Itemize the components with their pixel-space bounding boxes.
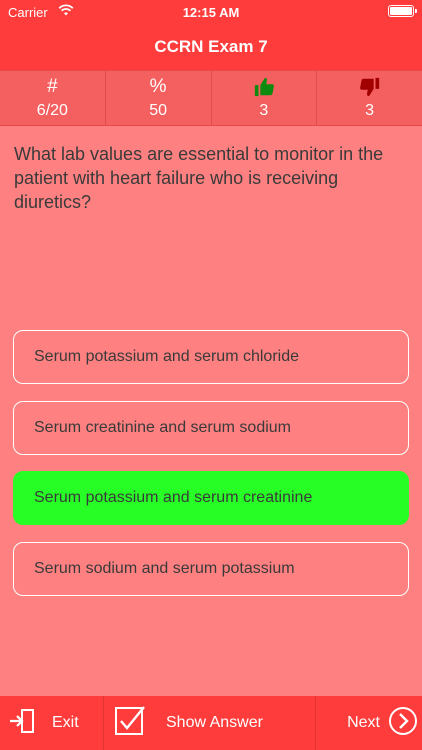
answer-option-4[interactable]: Serum sodium and serum potassium xyxy=(13,542,409,596)
page-title: CCRN Exam 7 xyxy=(154,37,268,56)
battery-icon xyxy=(388,5,417,17)
stat-value: 3 xyxy=(259,102,269,119)
show-answer-label: Show Answer xyxy=(166,714,263,731)
stat-incorrect: 3 xyxy=(317,71,422,125)
stat-value: 3 xyxy=(365,102,375,119)
stat-value: 50 xyxy=(149,102,168,119)
bottom-toolbar: Exit Show Answer Next xyxy=(0,696,422,750)
checkbox-check-icon xyxy=(114,705,146,741)
thumbs-down-icon xyxy=(359,76,381,98)
status-time: 12:15 AM xyxy=(182,5,240,20)
stat-correct: 3 xyxy=(212,71,318,125)
stat-value: 6/20 xyxy=(36,102,68,119)
next-label: Next xyxy=(347,714,380,731)
status-bar: Carrier 12:15 AM xyxy=(0,0,422,24)
next-button[interactable]: Next xyxy=(316,696,422,750)
exit-button[interactable]: Exit xyxy=(0,696,104,750)
percent-icon: % xyxy=(149,76,167,97)
answer-option-1[interactable]: Serum potassium and serum chloride xyxy=(13,330,409,384)
top-bar: Carrier 12:15 AM CCRN Exam 7 xyxy=(0,0,422,70)
thumbs-up-icon xyxy=(253,76,275,98)
hash-icon: # xyxy=(47,76,58,97)
exit-icon xyxy=(8,707,36,740)
answer-option-3[interactable]: Serum potassium and serum creatinine xyxy=(13,471,409,525)
chevron-right-circle-icon xyxy=(388,706,418,741)
stat-percent: % 50 xyxy=(106,71,212,125)
show-answer-button[interactable]: Show Answer xyxy=(104,696,316,750)
stats-row: # 6/20 % 50 3 3 xyxy=(0,70,422,126)
answer-option-2[interactable]: Serum creatinine and serum sodium xyxy=(13,401,409,455)
question-text: What lab values are essential to monitor… xyxy=(14,144,384,212)
exit-label: Exit xyxy=(52,714,79,731)
stat-question-count: # 6/20 xyxy=(0,71,106,125)
